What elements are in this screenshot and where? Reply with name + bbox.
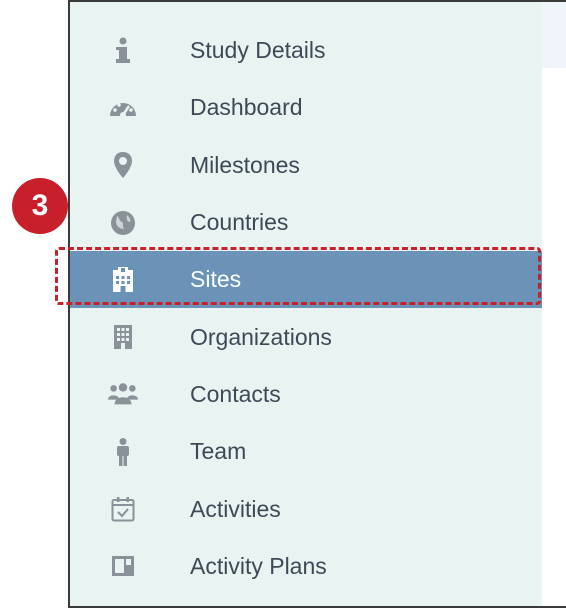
nav-item-label: Study Details [190,37,326,64]
dashboard-icon [108,93,138,123]
map-pin-icon [108,150,138,180]
nav-item-study-details[interactable]: Study Details [70,22,542,79]
users-icon [108,379,138,409]
nav-item-label: Dashboard [190,94,303,121]
globe-icon [108,208,138,238]
nav-item-activity-plans[interactable]: Activity Plans [70,538,542,595]
nav-item-label: Organizations [190,323,332,350]
app-window: Study Details Dashboard Milestones Count… [68,0,566,608]
nav-item-label: Team [190,438,247,465]
nav-item-label: Sites [190,266,242,293]
nav-item-label: Milestones [190,151,300,178]
hospital-icon [108,265,138,295]
layout-icon [108,551,138,581]
step-number-badge: 3 [12,178,68,234]
nav-item-label: Countries [190,209,289,236]
nav-item-label: Contacts [190,380,281,407]
calendar-check-icon [108,494,138,524]
nav-item-activities[interactable]: Activities [70,480,542,537]
building-icon [108,322,138,352]
nav-item-label: Activity Plans [190,552,327,579]
nav-item-organizations[interactable]: Organizations [70,308,542,365]
nav-item-milestones[interactable]: Milestones [70,137,542,194]
person-icon [108,437,138,467]
nav-item-countries[interactable]: Countries [70,194,542,251]
nav-item-label: Activities [190,495,281,522]
sidebar-nav: Study Details Dashboard Milestones Count… [70,2,542,606]
nav-item-team[interactable]: Team [70,423,542,480]
nav-menu: Study Details Dashboard Milestones Count… [70,22,542,595]
nav-item-sites[interactable]: Sites [70,251,542,309]
info-icon [108,36,138,66]
nav-item-dashboard[interactable]: Dashboard [70,79,542,136]
nav-item-contacts[interactable]: Contacts [70,366,542,423]
content-header-strip [542,2,566,68]
